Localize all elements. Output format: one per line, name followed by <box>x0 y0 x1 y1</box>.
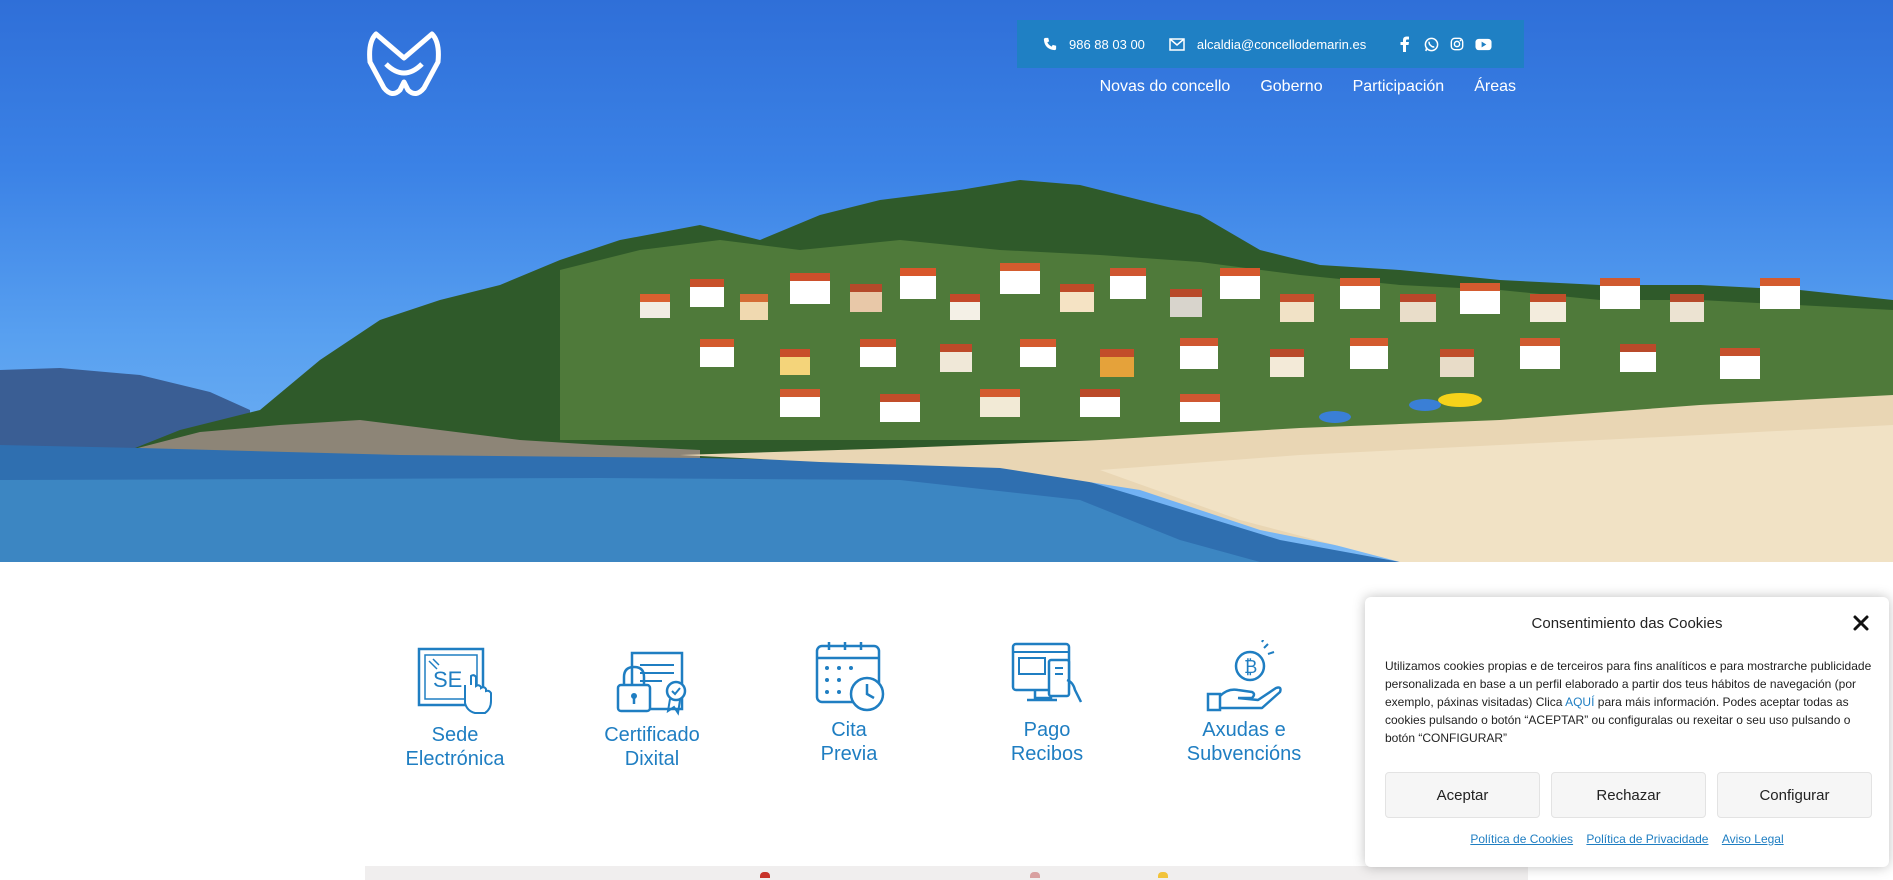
social-links <box>1392 34 1496 54</box>
payment-terminal-icon <box>1011 642 1083 703</box>
hand-coin-icon: ₿ <box>1206 640 1282 712</box>
certificado-icon <box>616 651 687 716</box>
hero-banner: 986 88 03 00 alcaldia@concellodemarin.es <box>0 0 1893 562</box>
next-section-strip <box>365 866 1528 880</box>
service-label-line1: Cita <box>831 719 867 741</box>
whatsapp-icon[interactable] <box>1418 34 1444 54</box>
nav-participacion[interactable]: Participación <box>1353 78 1445 96</box>
reject-button[interactable]: Rechazar <box>1551 772 1706 818</box>
cookie-title: Consentimiento das Cookies <box>1531 615 1723 632</box>
email-link[interactable]: alcaldia@concellodemarin.es <box>1169 37 1366 52</box>
service-axudas-subvencions[interactable]: ₿ Axudas e Subvencións <box>1154 640 1334 766</box>
privacy-policy-link[interactable]: Política de Privacidade <box>1586 832 1708 846</box>
service-label-line2: Electrónica <box>405 748 505 770</box>
nav-goberno[interactable]: Goberno <box>1260 78 1322 96</box>
main-nav: Novas do concello Goberno Participación … <box>1100 78 1516 96</box>
cookie-policy-links: Política de Cookies Política de Privacid… <box>1365 832 1889 846</box>
phone-link[interactable]: 986 88 03 00 <box>1043 37 1145 52</box>
service-label-line1: Pago <box>1023 719 1071 741</box>
service-label-line1: Sede <box>431 724 479 746</box>
nav-novas[interactable]: Novas do concello <box>1100 78 1231 96</box>
service-certificado-dixital[interactable]: Certificado Dixital <box>562 645 742 771</box>
service-label-line2: Subvencións <box>1186 743 1302 765</box>
cookie-description: Utilizamos cookies propias e de terceiro… <box>1385 657 1875 747</box>
envelope-icon <box>1169 37 1185 51</box>
legal-notice-link[interactable]: Aviso Legal <box>1722 832 1784 846</box>
configure-button[interactable]: Configurar <box>1717 772 1872 818</box>
service-label-line2: Dixital <box>624 748 680 770</box>
phone-number: 986 88 03 00 <box>1069 36 1145 52</box>
calendar-clock-icon <box>815 642 885 712</box>
concello-marin-m-logo[interactable] <box>364 28 444 102</box>
beach-village-photo <box>0 180 1893 562</box>
cookie-policy-link[interactable]: Política de Cookies <box>1470 832 1573 846</box>
sede-electronica-icon: SE <box>417 647 492 714</box>
facebook-icon[interactable] <box>1392 34 1418 54</box>
service-label-line2: Recibos <box>1010 743 1084 765</box>
service-pago-recibos[interactable]: Pago Recibos <box>957 640 1137 766</box>
nav-areas[interactable]: Áreas <box>1474 78 1516 96</box>
svg-text:₿: ₿ <box>1244 657 1257 677</box>
svg-text:SE: SE <box>433 667 462 692</box>
cookie-buttons: Aceptar Rechazar Configurar <box>1385 772 1872 818</box>
close-icon[interactable] <box>1851 613 1871 633</box>
instagram-icon[interactable] <box>1444 34 1470 54</box>
service-cita-previa[interactable]: Cita Previa <box>759 640 939 766</box>
service-label-line1: Axudas e <box>1202 719 1286 741</box>
email-address: alcaldia@concellodemarin.es <box>1196 36 1367 52</box>
cookie-consent-dialog: Consentimiento das Cookies Utilizamos co… <box>1365 597 1889 867</box>
youtube-icon[interactable] <box>1470 34 1496 54</box>
service-label-line2: Previa <box>820 743 878 765</box>
cookie-more-info-link[interactable]: AQUÍ <box>1565 695 1594 709</box>
accept-button[interactable]: Aceptar <box>1385 772 1540 818</box>
service-sede-electronica[interactable]: SE Sede Electrónica <box>365 645 545 771</box>
contact-bar: 986 88 03 00 alcaldia@concellodemarin.es <box>1017 20 1524 68</box>
service-label-line1: Certificado <box>604 724 700 746</box>
phone-icon <box>1043 37 1057 51</box>
